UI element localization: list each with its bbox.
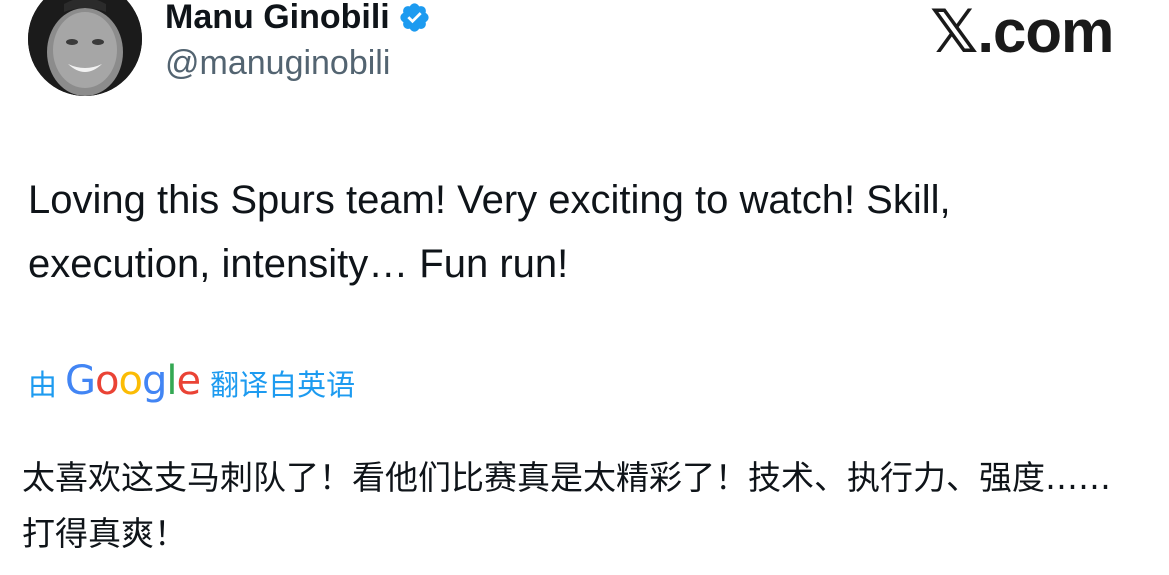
verified-badge-icon	[398, 1, 431, 34]
translation-prefix: 由	[28, 368, 58, 402]
translation-source-label: 翻译自英语	[210, 368, 356, 402]
x-com-logo: 𝕏.com	[930, 0, 1114, 65]
author-display-name[interactable]: Manu Ginobili	[165, 0, 390, 36]
author-display-name-row[interactable]: Manu Ginobili	[165, 0, 431, 36]
translation-attribution[interactable]: 由 Google 翻译自英语	[28, 358, 356, 406]
translated-tweet-text: 太喜欢这支马刺队了！看他们比赛真是太精彩了！技术、执行力、强度……打得真爽！	[22, 458, 1111, 553]
tweet-text: Loving this Spurs team! Very exciting to…	[28, 178, 951, 286]
avatar[interactable]	[28, 0, 142, 96]
author-handle[interactable]: @manuginobili	[165, 43, 390, 83]
google-logo: Google	[65, 358, 201, 404]
